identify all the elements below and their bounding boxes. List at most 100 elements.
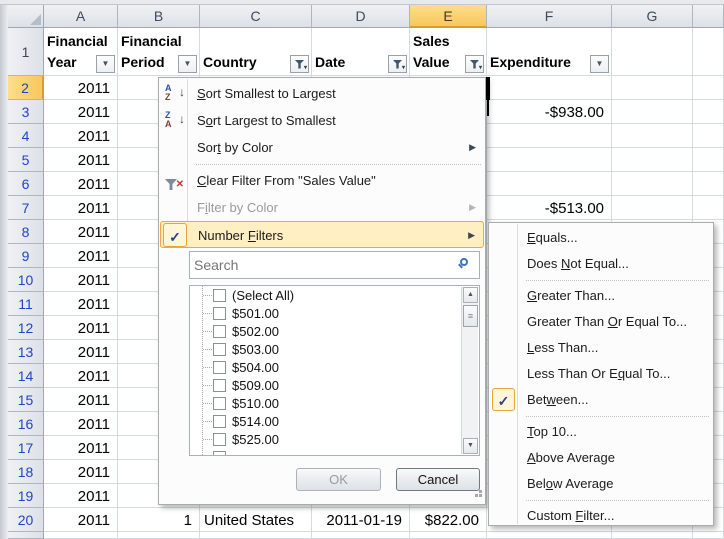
menu-item-greater-than-or-equal-to[interactable]: Greater Than Or Equal To...: [490, 309, 712, 335]
filter-button-c[interactable]: ▾: [290, 55, 309, 73]
filter-value-item[interactable]: $525.00: [190, 430, 445, 448]
cell-c20[interactable]: United States: [200, 508, 312, 532]
filter-button-f[interactable]: ▼: [590, 55, 609, 73]
checkbox-icon[interactable]: [213, 343, 226, 356]
scroll-down-button[interactable]: ▼: [463, 438, 478, 454]
cell-b20[interactable]: 1: [118, 508, 200, 532]
menu-item-sort-smallest-to-largest[interactable]: AZ↓Sort Smallest to Largest: [160, 80, 484, 107]
header-cell-b[interactable]: Financial Period▼: [118, 28, 200, 76]
menu-item-sort-largest-to-smallest[interactable]: ZA↓Sort Largest to Smallest: [160, 107, 484, 134]
cell-a13[interactable]: 2011: [44, 340, 118, 364]
column-header-e[interactable]: E: [410, 5, 487, 28]
row-header-4[interactable]: 4: [8, 124, 44, 148]
checkbox-icon[interactable]: [213, 397, 226, 410]
cell-g6[interactable]: [612, 172, 693, 196]
column-header-d[interactable]: D: [312, 5, 410, 28]
filter-value-item[interactable]: $501.00: [190, 304, 445, 322]
row-header-8[interactable]: 8: [8, 220, 44, 244]
row-header-1[interactable]: 1: [8, 28, 44, 76]
cell-a18[interactable]: 2011: [44, 460, 118, 484]
column-header-f[interactable]: F: [487, 5, 612, 28]
cell-a10[interactable]: 2011: [44, 268, 118, 292]
column-header-a[interactable]: A: [44, 5, 118, 28]
cell-a16[interactable]: 2011: [44, 412, 118, 436]
cell-a9[interactable]: 2011: [44, 244, 118, 268]
cell-g7[interactable]: [612, 196, 693, 220]
cell-a2[interactable]: 2011: [44, 76, 118, 100]
cell-h3[interactable]: [693, 100, 724, 124]
cell-g2[interactable]: [612, 76, 693, 100]
cell-f3[interactable]: -$938.00: [487, 100, 612, 124]
row-header-6[interactable]: 6: [8, 172, 44, 196]
checkbox-icon[interactable]: [213, 361, 226, 374]
cell-h7[interactable]: [693, 196, 724, 220]
cell-e20[interactable]: $822.00: [410, 508, 487, 532]
cell-g3[interactable]: [612, 100, 693, 124]
menu-item-filter-by-color[interactable]: Filter by Color▶: [160, 194, 484, 221]
select-all-corner[interactable]: [8, 5, 44, 28]
menu-item-does-not-equal[interactable]: Does Not Equal...: [490, 251, 712, 277]
row-header-9[interactable]: 9: [8, 244, 44, 268]
cell-a20[interactable]: 2011: [44, 508, 118, 532]
cell-a14[interactable]: 2011: [44, 364, 118, 388]
cell-h2[interactable]: [693, 76, 724, 100]
row-header-11[interactable]: 11: [8, 292, 44, 316]
menu-item-greater-than[interactable]: Greater Than...: [490, 283, 712, 309]
filter-button-a[interactable]: ▼: [96, 55, 115, 73]
cell-f2[interactable]: [487, 76, 612, 100]
cell-g5[interactable]: [612, 148, 693, 172]
header-cell-a[interactable]: Financial Year▼: [44, 28, 118, 76]
checkbox-icon[interactable]: [213, 451, 226, 457]
menu-item-above-average[interactable]: Above Average: [490, 445, 712, 471]
checkbox-icon[interactable]: [213, 433, 226, 446]
menu-item-less-than[interactable]: Less Than...: [490, 335, 712, 361]
search-input[interactable]: [192, 254, 446, 276]
row-header-15[interactable]: 15: [8, 388, 44, 412]
filter-value-item[interactable]: $502.00: [190, 322, 445, 340]
filter-button-b[interactable]: ▼: [178, 55, 197, 73]
filter-value-item[interactable]: (Select All): [190, 286, 445, 304]
filter-button-e[interactable]: ▾: [465, 55, 484, 73]
column-header-partial[interactable]: [693, 5, 724, 28]
filter-value-item[interactable]: $510.00: [190, 394, 445, 412]
menu-item-below-average[interactable]: Below Average: [490, 471, 712, 497]
cell-f7[interactable]: -$513.00: [487, 196, 612, 220]
column-header-g[interactable]: G: [612, 5, 693, 28]
cell-f6[interactable]: [487, 172, 612, 196]
checkbox-icon[interactable]: [213, 379, 226, 392]
filter-button-d[interactable]: ▾: [388, 55, 407, 73]
scroll-up-button[interactable]: ▲: [463, 287, 478, 303]
row-header-14[interactable]: 14: [8, 364, 44, 388]
cell-a19[interactable]: 2011: [44, 484, 118, 508]
menu-item-number-filters[interactable]: ✓Number Filters▶: [160, 221, 484, 248]
header-cell-g[interactable]: [612, 28, 693, 76]
row-header-19[interactable]: 19: [8, 484, 44, 508]
row-header-5[interactable]: 5: [8, 148, 44, 172]
search-icon[interactable]: [457, 258, 471, 272]
row-header-20[interactable]: 20: [8, 508, 44, 532]
header-cell-e[interactable]: Sales Value▾: [410, 28, 487, 76]
checkbox-icon[interactable]: [213, 325, 226, 338]
header-cell-h[interactable]: [693, 28, 724, 76]
cell-f4[interactable]: [487, 124, 612, 148]
filter-value-item[interactable]: $504.00: [190, 358, 445, 376]
menu-item-sort-by-color[interactable]: Sort by Color▶: [160, 134, 484, 161]
cell-a6[interactable]: 2011: [44, 172, 118, 196]
row-header-13[interactable]: 13: [8, 340, 44, 364]
cell-g4[interactable]: [612, 124, 693, 148]
menu-resize-grip[interactable]: [469, 488, 482, 501]
cell-f5[interactable]: [487, 148, 612, 172]
menu-item-top-10[interactable]: Top 10...: [490, 419, 712, 445]
cell-a5[interactable]: 2011: [44, 148, 118, 172]
column-header-b[interactable]: B: [118, 5, 200, 28]
value-list-scrollbar[interactable]: ▲ ≡ ▼: [461, 287, 478, 454]
filter-value-item[interactable]: $514.00: [190, 412, 445, 430]
row-header-17[interactable]: 17: [8, 436, 44, 460]
menu-item-less-than-or-equal-to[interactable]: Less Than Or Equal To...: [490, 361, 712, 387]
scrollbar-thumb[interactable]: ≡: [463, 305, 478, 327]
cell-a11[interactable]: 2011: [44, 292, 118, 316]
cell-a17[interactable]: 2011: [44, 436, 118, 460]
cell-h5[interactable]: [693, 148, 724, 172]
checkbox-icon[interactable]: [213, 307, 226, 320]
menu-item-custom-filter[interactable]: Custom Filter...: [490, 503, 712, 529]
